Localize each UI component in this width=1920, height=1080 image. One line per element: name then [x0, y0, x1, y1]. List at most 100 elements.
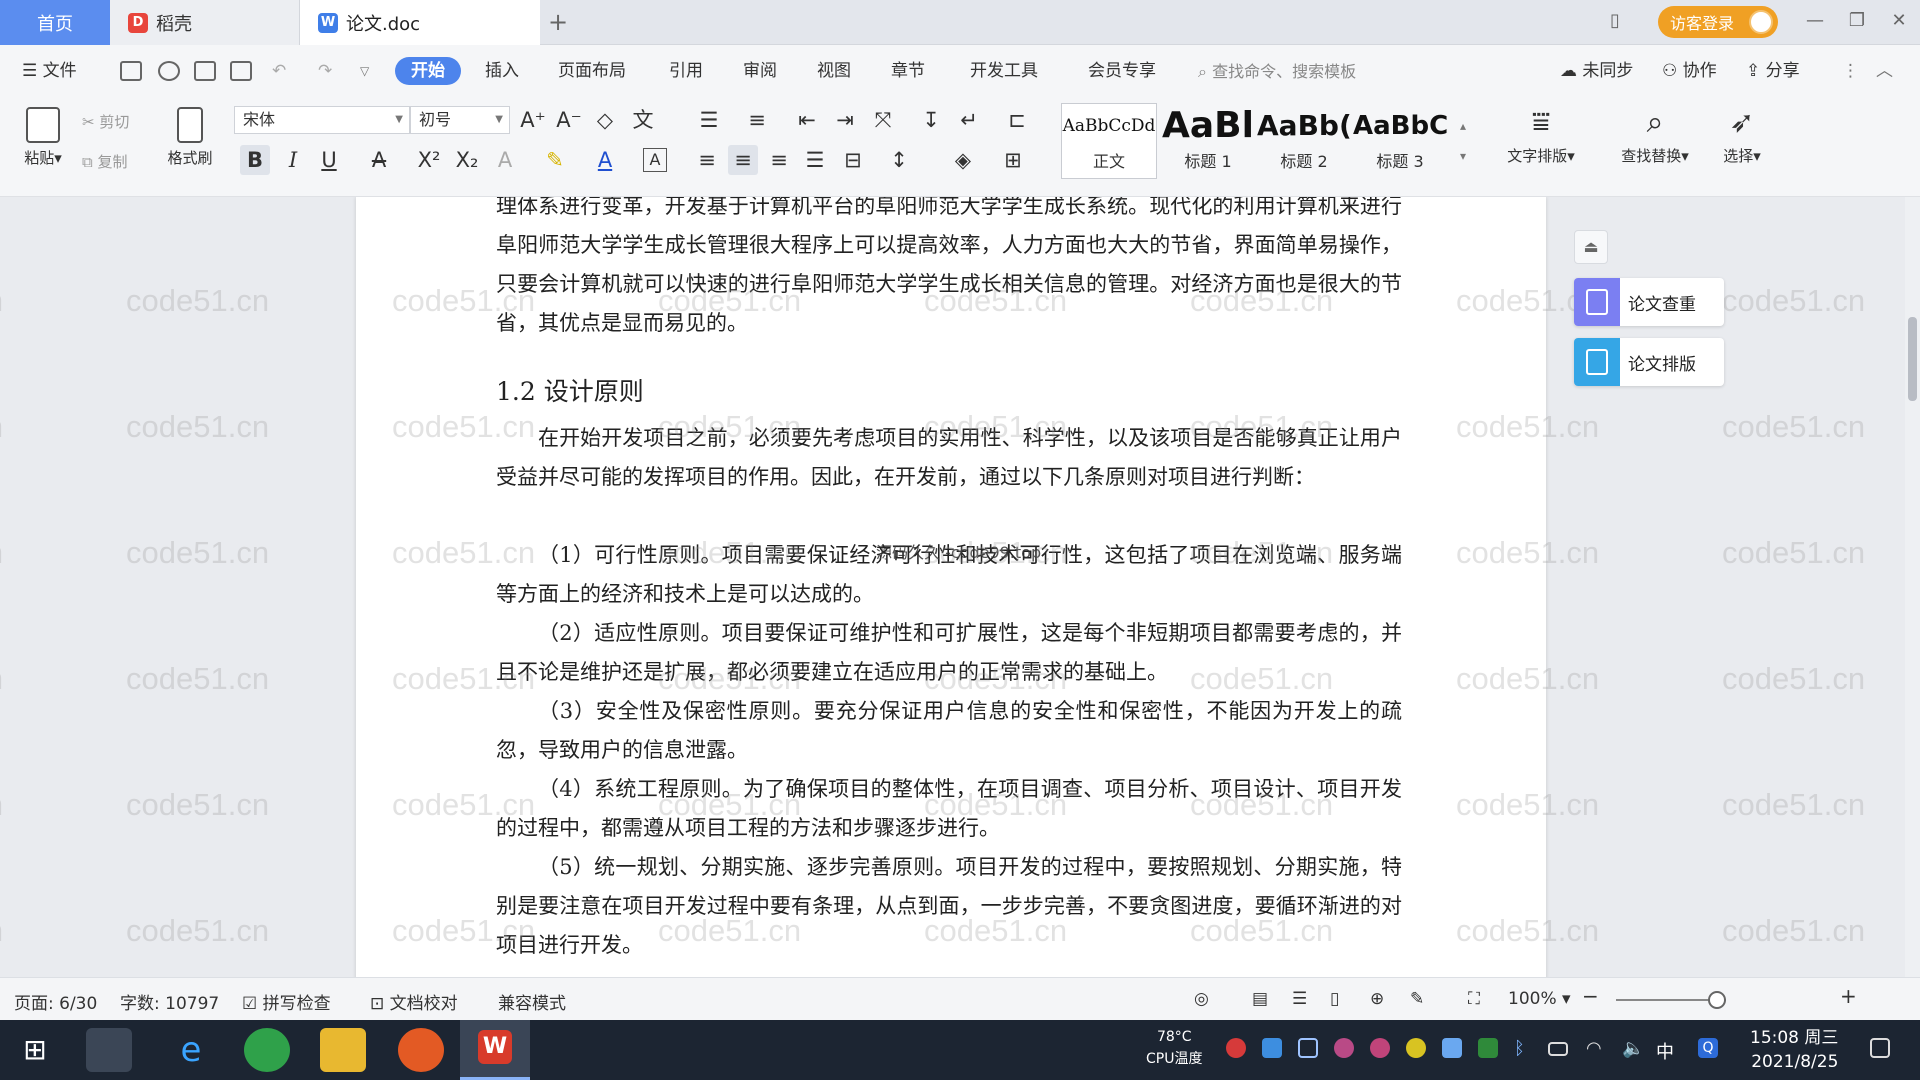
show-marks-icon[interactable]: ↵ [954, 105, 984, 135]
undo-icon[interactable]: ↶ [272, 57, 286, 85]
tray-app-icon[interactable] [1334, 1038, 1354, 1058]
word-count[interactable]: 字数: 10797 [120, 989, 219, 1014]
ime-logo-icon[interactable]: Q [1698, 1038, 1718, 1058]
clock[interactable]: 15:08 周三 2021/8/25 [1750, 1026, 1838, 1074]
zoom-level[interactable]: 100% ▾ [1508, 989, 1571, 1009]
bullet-list-icon[interactable]: ☰ [694, 105, 724, 135]
output-icon[interactable] [158, 61, 180, 81]
file-explorer-icon[interactable] [320, 1028, 366, 1072]
char-border-icon[interactable]: A [643, 148, 667, 172]
tab-daoke[interactable]: D 稻壳 [110, 0, 300, 45]
fit-page-icon[interactable]: ⛶ [1468, 989, 1480, 1009]
copy-button[interactable]: ⧉ 复制 [82, 151, 128, 172]
write-mode-icon[interactable]: ✎ [1410, 989, 1424, 1009]
menu-reference[interactable]: 引用 [669, 57, 703, 85]
battery-icon[interactable] [1548, 1042, 1568, 1056]
paper-layout-button[interactable]: 论文排版 [1574, 338, 1724, 386]
paper-check-button[interactable]: 论文查重 [1574, 278, 1724, 326]
borders-icon[interactable]: ⊞ [998, 145, 1028, 175]
style-heading-3[interactable]: AaBbC 标题 3 [1352, 103, 1448, 179]
document-page[interactable]: 理体系进行变革，开发基于计算机平台的阜阳师范大学学生成长系统。现代化的利用计算机… [356, 197, 1546, 977]
eye-protect-icon[interactable]: ◎ [1194, 989, 1209, 1009]
shrink-font-icon[interactable]: A⁻ [554, 105, 584, 135]
select-button[interactable]: ➶ 选择▾ [1712, 105, 1772, 166]
ime-indicator[interactable]: 中 [1656, 1038, 1676, 1063]
bold-icon[interactable]: B [240, 145, 270, 175]
clear-format-icon[interactable]: ◇ [590, 105, 620, 135]
text-effect-icon[interactable]: A [490, 145, 520, 175]
wps-taskbar-button[interactable]: W [460, 1020, 530, 1080]
zoom-slider-handle[interactable] [1708, 991, 1726, 1009]
text-layout-button[interactable]: ⩸ 文字排版▾ [1496, 105, 1586, 166]
web-view-icon[interactable]: ⊕ [1370, 989, 1384, 1009]
nvidia-icon[interactable] [1478, 1038, 1498, 1058]
tab-stops-icon[interactable]: ⊏ [1002, 105, 1032, 135]
italic-icon[interactable]: I [278, 145, 308, 175]
windows-start-icon[interactable]: ⊞ [12, 1028, 58, 1072]
spell-check-button[interactable]: ☑ 拼写检查 [242, 989, 331, 1014]
menu-review[interactable]: 审阅 [743, 57, 777, 85]
print-preview-icon[interactable] [230, 61, 252, 81]
redo-icon[interactable]: ↷ [318, 57, 332, 85]
page-view-icon[interactable]: ▤ [1252, 989, 1268, 1009]
quick-access-dropdown-icon[interactable]: ▽ [360, 57, 369, 85]
menu-start[interactable]: 开始 [395, 57, 461, 85]
distributed-icon[interactable]: ⊟ [838, 145, 868, 175]
side-panel-collapse-icon[interactable]: ⏏ [1574, 230, 1608, 264]
menu-view[interactable]: 视图 [817, 57, 851, 85]
tab-home[interactable]: 首页 [0, 0, 110, 45]
superscript-icon[interactable]: X² [414, 145, 444, 175]
align-center-icon[interactable]: ≡ [728, 145, 758, 175]
subscript-icon[interactable]: X₂ [452, 145, 482, 175]
guest-login-button[interactable]: 访客登录 [1658, 6, 1778, 38]
menu-page-layout[interactable]: 页面布局 [558, 57, 626, 85]
more-icon[interactable]: ⋮ [1842, 57, 1859, 85]
strikethrough-icon[interactable]: A [364, 145, 394, 175]
cpu-temp-widget[interactable]: 78°C CPU温度 [1146, 1026, 1202, 1070]
zoom-out-icon[interactable]: − [1582, 984, 1599, 1008]
doc-proof-button[interactable]: ⊡ 文档校对 [370, 989, 458, 1014]
styles-scroll-icon[interactable]: ▴ ▾ [1448, 111, 1478, 163]
grow-font-icon[interactable]: A⁺ [518, 105, 548, 135]
tray-app-icon[interactable] [1226, 1038, 1246, 1058]
page-indicator[interactable]: 页面: 6/30 [14, 989, 97, 1014]
scrollbar-thumb[interactable] [1908, 317, 1917, 401]
tray-app-icon[interactable] [1442, 1038, 1462, 1058]
align-right-icon[interactable]: ≡ [764, 145, 794, 175]
tray-app-icon[interactable] [1370, 1038, 1390, 1058]
print-icon[interactable] [194, 61, 216, 81]
shading-icon[interactable]: ◈ [948, 145, 978, 175]
sync-button[interactable]: ☁ 未同步 [1560, 57, 1633, 85]
highlight-icon[interactable]: ✎ [540, 145, 570, 175]
menu-insert[interactable]: 插入 [485, 57, 519, 85]
menu-member[interactable]: 会员专享 [1088, 57, 1156, 85]
tray-app-icon[interactable] [1406, 1038, 1426, 1058]
wifi-icon[interactable]: ◠ [1586, 1038, 1606, 1059]
command-search-input[interactable]: ⌕ 查找命令、搜索模板 [1198, 59, 1418, 85]
menu-chapter[interactable]: 章节 [891, 57, 925, 85]
line-spacing-icon[interactable]: ↕ [884, 145, 914, 175]
paste-button[interactable]: 粘贴▾ [16, 107, 70, 168]
reading-view-icon[interactable]: ▯ [1330, 989, 1339, 1009]
reading-mode-icon[interactable]: ▯ [1600, 6, 1630, 36]
font-name-select[interactable]: 宋体 ▼ [234, 106, 410, 134]
numbered-list-icon[interactable]: ≡ [742, 105, 772, 135]
pinyin-icon[interactable]: 文 [628, 105, 658, 135]
minimize-icon[interactable]: — [1800, 6, 1830, 36]
zoom-in-icon[interactable]: + [1840, 984, 1857, 1008]
game-app-icon[interactable] [398, 1028, 444, 1072]
new-tab-button[interactable]: + [544, 8, 572, 36]
find-replace-button[interactable]: ⌕ 查找替换▾ [1610, 105, 1700, 166]
share-button[interactable]: ⇪ 分享 [1746, 57, 1800, 85]
format-painter-button[interactable]: 格式刷 [160, 107, 220, 168]
ie-browser-icon[interactable]: e [168, 1028, 214, 1072]
fan-app-icon[interactable] [86, 1028, 132, 1072]
chinese-layout-icon[interactable]: ⤧ [868, 105, 898, 135]
outline-view-icon[interactable]: ☰ [1292, 989, 1307, 1009]
style-normal[interactable]: AaBbCcDd 正文 [1061, 103, 1157, 179]
vertical-scrollbar[interactable] [1905, 197, 1920, 977]
close-icon[interactable]: ✕ [1884, 6, 1914, 36]
decrease-indent-icon[interactable]: ⇤ [792, 105, 822, 135]
360-browser-icon[interactable] [244, 1028, 290, 1072]
sort-icon[interactable]: ↧ [916, 105, 946, 135]
